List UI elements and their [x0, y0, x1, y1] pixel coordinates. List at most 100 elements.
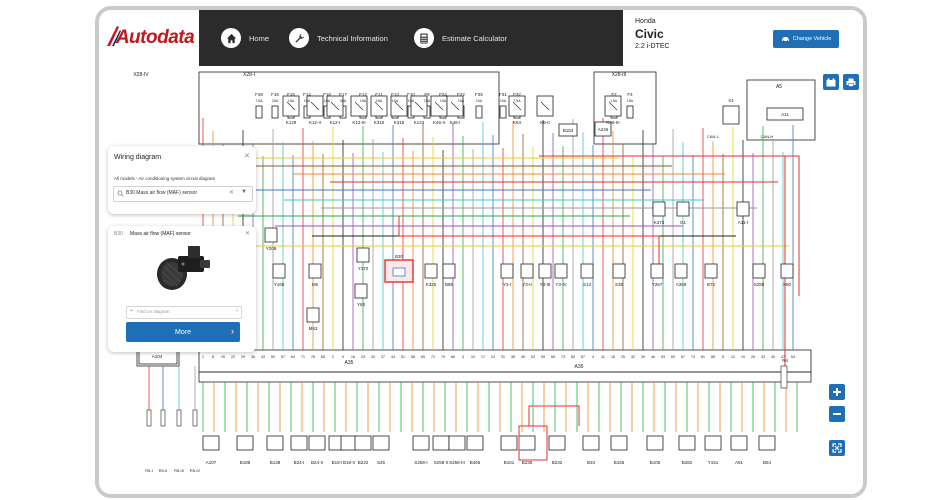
- clear-icon[interactable]: ✕: [229, 189, 234, 196]
- component[interactable]: [466, 435, 484, 451]
- component[interactable]: [676, 201, 690, 217]
- component[interactable]: [412, 435, 430, 451]
- component[interactable]: [236, 435, 254, 451]
- b30-inner[interactable]: [392, 267, 406, 277]
- component[interactable]: [500, 263, 514, 279]
- component-label: B24-I: [294, 460, 305, 465]
- component[interactable]: [520, 263, 534, 279]
- wiring-diagram-canvas[interactable]: X28-IV X28-I X28-III F48 7.5A F16 20A F15 10A F14…: [99, 66, 863, 494]
- component[interactable]: [752, 263, 766, 279]
- component-label: Y3-IV: [555, 282, 566, 287]
- change-vehicle-label: Change Vehicle: [792, 36, 832, 42]
- component-label: Y3-II: [522, 282, 532, 287]
- more-button[interactable]: More ›: [126, 322, 240, 342]
- component[interactable]: [548, 435, 566, 451]
- component-select[interactable]: B30 Mass air flow (MAF) sensor ✕ ▼: [113, 186, 253, 202]
- zoom-out-button[interactable]: [829, 406, 845, 422]
- fit-to-screen-button[interactable]: [829, 440, 845, 456]
- component[interactable]: [580, 263, 594, 279]
- fuse[interactable]: [626, 105, 634, 119]
- nav-technical-information-label: Technical Information: [317, 33, 388, 43]
- component[interactable]: [704, 263, 718, 279]
- component[interactable]: [372, 435, 390, 451]
- nav-estimate-calculator[interactable]: Estimate Calculator: [414, 10, 507, 66]
- component[interactable]: [582, 435, 600, 451]
- component[interactable]: [448, 435, 466, 451]
- brand-logo[interactable]: Autodata: [99, 10, 199, 66]
- pin-number: 87: [581, 355, 585, 359]
- component[interactable]: [432, 435, 450, 451]
- fuse-label: F18: [323, 92, 331, 97]
- component[interactable]: [554, 263, 568, 279]
- component[interactable]: [538, 263, 552, 279]
- component[interactable]: [308, 263, 322, 279]
- component[interactable]: [652, 201, 666, 217]
- fuse-label: F17: [339, 92, 347, 97]
- print-button[interactable]: [843, 74, 859, 90]
- logo-swoosh-icon: [107, 26, 121, 46]
- component[interactable]: [272, 263, 286, 279]
- battery-button[interactable]: [823, 74, 839, 90]
- component-code: B30: [114, 231, 123, 237]
- component[interactable]: [646, 435, 664, 451]
- component[interactable]: [264, 227, 278, 243]
- close-icon[interactable]: ✕: [244, 152, 250, 160]
- chevron-down-icon[interactable]: ▼: [241, 189, 247, 195]
- pin-number: 17: [481, 355, 485, 359]
- component[interactable]: [442, 263, 456, 279]
- nav-home-label: Home: [249, 33, 270, 43]
- pin-number: 86: [451, 355, 455, 359]
- pin-number: 25: [621, 355, 625, 359]
- component-label: S13: [583, 282, 592, 287]
- component[interactable]: [674, 263, 688, 279]
- pin-number: 11: [601, 355, 605, 359]
- fuse[interactable]: [271, 105, 279, 119]
- fuse-rating: 10A: [304, 99, 311, 103]
- component[interactable]: [290, 435, 308, 451]
- fuse-label: F48: [255, 92, 263, 97]
- fuse[interactable]: [499, 105, 507, 119]
- nav-technical-information[interactable]: Technical Information: [289, 10, 388, 66]
- fuse[interactable]: [475, 105, 483, 119]
- relay-label: K310: [374, 120, 385, 125]
- component-label: B282: [682, 460, 693, 465]
- pin-number: 29: [241, 355, 245, 359]
- component[interactable]: [266, 435, 284, 451]
- fuse-rating: 15A: [376, 99, 383, 103]
- component[interactable]: [612, 263, 626, 279]
- component[interactable]: [704, 435, 722, 451]
- component[interactable]: [730, 435, 748, 451]
- find-on-diagram-field[interactable]: ⌖ Find on diagram ›: [126, 306, 242, 319]
- car-icon: [781, 37, 789, 42]
- connector-label: X28-III: [612, 72, 627, 78]
- nav-home[interactable]: Home: [221, 10, 269, 66]
- pin-number: 4: [592, 355, 594, 359]
- resistor-r4[interactable]: [780, 365, 788, 389]
- zoom-in-button[interactable]: [829, 384, 845, 400]
- pin-number: 88: [711, 355, 715, 359]
- component[interactable]: [518, 435, 536, 451]
- component[interactable]: [354, 283, 368, 299]
- component[interactable]: [678, 435, 696, 451]
- component[interactable]: [308, 435, 326, 451]
- fuse-label: F10: [407, 92, 415, 97]
- component[interactable]: [354, 435, 372, 451]
- component[interactable]: [202, 435, 220, 451]
- component[interactable]: [610, 435, 628, 451]
- component[interactable]: [500, 435, 518, 451]
- component[interactable]: [736, 201, 750, 217]
- connector-label: X28-IV: [133, 72, 149, 78]
- fuse-rating: 10A: [476, 99, 483, 103]
- component[interactable]: [356, 247, 370, 263]
- component[interactable]: [780, 263, 794, 279]
- component[interactable]: [650, 263, 664, 279]
- close-icon[interactable]: ✕: [245, 230, 250, 237]
- component[interactable]: [424, 263, 438, 279]
- component[interactable]: [306, 307, 320, 323]
- connector-x1[interactable]: [722, 105, 740, 125]
- fuse[interactable]: [255, 105, 263, 119]
- relay-label: K84: [513, 120, 522, 125]
- change-vehicle-button[interactable]: Change Vehicle: [773, 30, 839, 48]
- fuse-label: F14: [303, 92, 311, 97]
- component[interactable]: [758, 435, 776, 451]
